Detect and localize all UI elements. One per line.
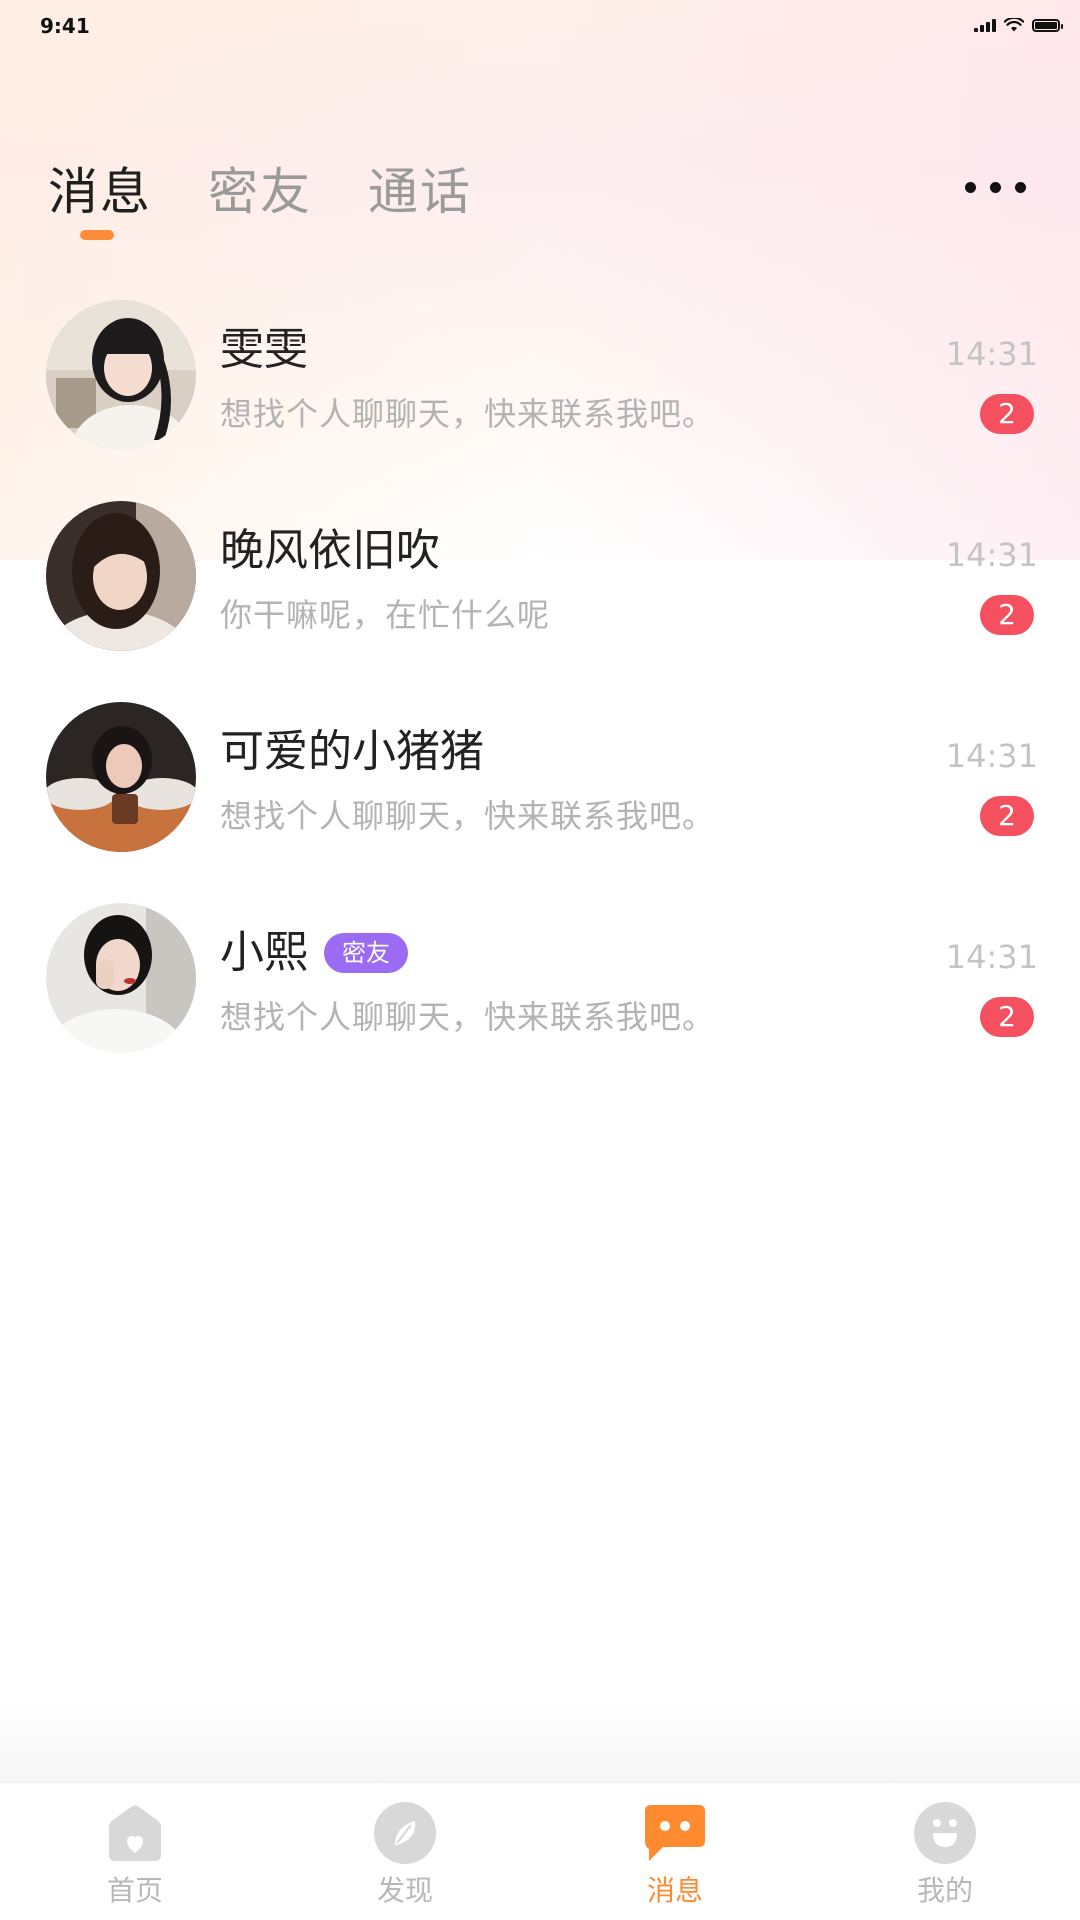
status-icons xyxy=(974,18,1063,32)
chat-list: 雯雯 想找个人聊聊天，快来联系我吧。 14:31 2 晚风依旧吹 你干嘛呢，在忙… xyxy=(0,300,1080,1104)
unread-badge: 2 xyxy=(980,595,1034,635)
avatar[interactable] xyxy=(46,300,196,450)
chat-name: 小熙 密友 xyxy=(220,925,408,981)
bottom-fade xyxy=(0,1700,1080,1782)
unread-badge: 2 xyxy=(980,796,1034,836)
battery-icon xyxy=(1032,18,1063,32)
status-bar: 9:41 xyxy=(0,0,1080,54)
chat-name: 可爱的小猪猪 xyxy=(220,724,484,780)
tabbar-label: 我的 xyxy=(916,1874,973,1907)
tabbar-label: 首页 xyxy=(106,1874,163,1907)
tab-calls-label: 通话 xyxy=(368,163,472,221)
unread-badge: 2 xyxy=(980,394,1034,434)
tabbar-item-discover[interactable]: 发现 xyxy=(270,1783,540,1920)
tabbar-label: 消息 xyxy=(646,1874,703,1907)
chat-time: 14:31 xyxy=(945,938,1038,976)
message-tabs: 消息 密友 通话 xyxy=(48,156,472,240)
chat-name-text: 可爱的小猪猪 xyxy=(220,726,484,777)
unread-badge: 2 xyxy=(980,997,1034,1037)
chat-list-item[interactable]: 可爱的小猪猪 想找个人聊聊天，快来联系我吧。 14:31 2 xyxy=(0,702,1080,903)
tab-messages-label: 消息 xyxy=(48,163,152,221)
chat-preview: 想找个人聊聊天，快来联系我吧。 xyxy=(220,998,716,1036)
chat-list-item[interactable]: 雯雯 想找个人聊聊天，快来联系我吧。 14:31 2 xyxy=(0,300,1080,501)
chat-list-item[interactable]: 晚风依旧吹 你干嘛呢，在忙什么呢 14:31 2 xyxy=(0,501,1080,702)
home-icon xyxy=(103,1801,167,1865)
signal-icon xyxy=(974,18,996,32)
bottom-tab-bar: 首页 发现 消息 我的 xyxy=(0,1782,1080,1920)
tab-close-friends-label: 密友 xyxy=(208,163,312,221)
tabbar-label: 发现 xyxy=(376,1874,433,1907)
chat-time: 14:31 xyxy=(945,536,1038,574)
active-tab-indicator xyxy=(80,230,114,240)
chat-name-text: 雯雯 xyxy=(220,324,308,375)
tabbar-item-me[interactable]: 我的 xyxy=(810,1783,1080,1920)
chat-preview: 你干嘛呢，在忙什么呢 xyxy=(220,596,551,634)
chat-time: 14:31 xyxy=(945,335,1038,373)
chat-name: 雯雯 xyxy=(220,322,308,378)
chat-time: 14:31 xyxy=(945,737,1038,775)
status-time: 9:41 xyxy=(40,14,90,38)
chat-preview: 想找个人聊聊天，快来联系我吧。 xyxy=(220,395,716,433)
chat-list-item[interactable]: 小熙 密友 想找个人聊聊天，快来联系我吧。 14:31 2 xyxy=(0,903,1080,1104)
avatar[interactable] xyxy=(46,702,196,852)
more-dots-icon[interactable] xyxy=(965,182,1026,193)
chat-bubble-icon xyxy=(643,1801,707,1865)
close-friend-tag: 密友 xyxy=(324,933,408,973)
tabbar-item-home[interactable]: 首页 xyxy=(0,1783,270,1920)
tab-calls[interactable]: 通话 xyxy=(368,156,472,228)
avatar[interactable] xyxy=(46,903,196,1053)
avatar[interactable] xyxy=(46,501,196,651)
chat-name-text: 晚风依旧吹 xyxy=(220,525,440,576)
chat-name: 晚风依旧吹 xyxy=(220,523,440,579)
tabbar-item-messages[interactable]: 消息 xyxy=(540,1783,810,1920)
wifi-icon xyxy=(1004,18,1024,32)
chat-preview: 想找个人聊聊天，快来联系我吧。 xyxy=(220,797,716,835)
compass-icon xyxy=(373,1801,437,1865)
chat-name-text: 小熙 xyxy=(220,927,308,978)
tab-messages[interactable]: 消息 xyxy=(48,156,152,240)
tab-close-friends[interactable]: 密友 xyxy=(208,156,312,228)
smiley-icon xyxy=(913,1801,977,1865)
